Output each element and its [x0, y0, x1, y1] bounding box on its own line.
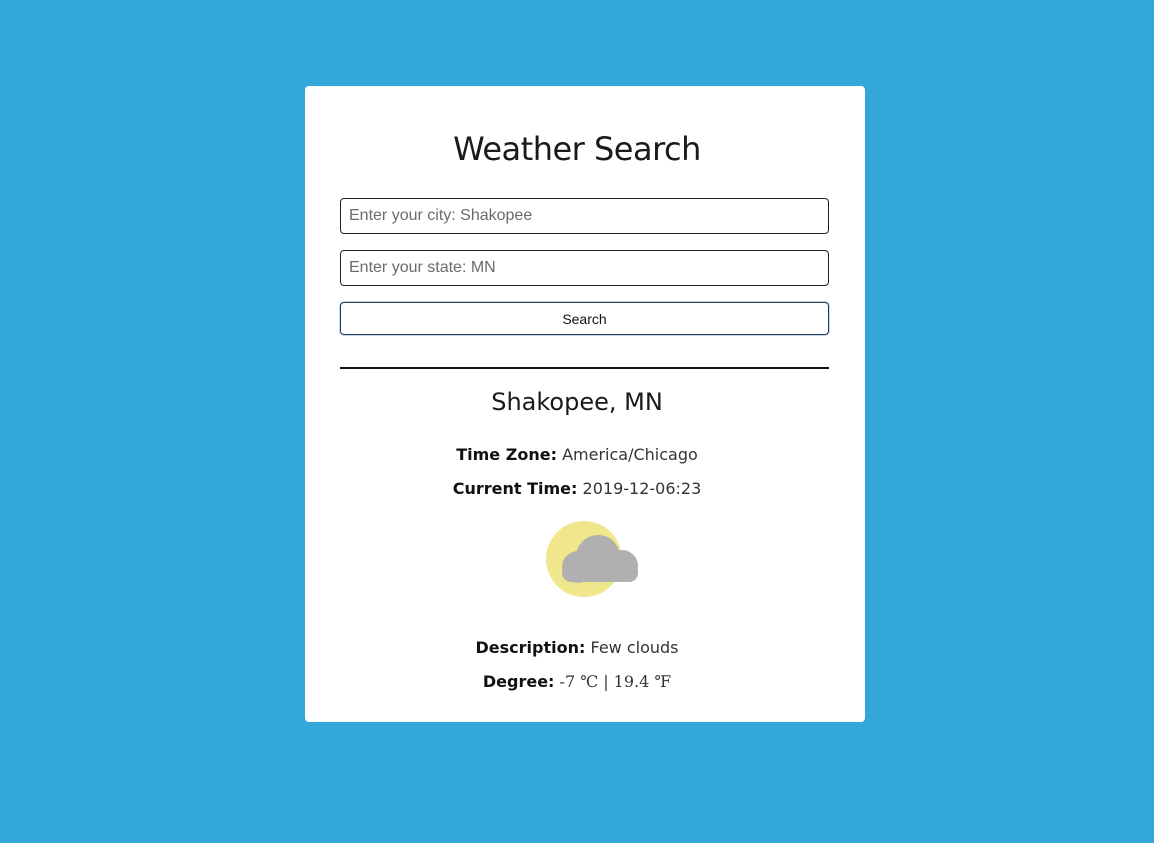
current-time-label: Current Time: — [452, 479, 578, 498]
timezone-line: Time Zone: America/Chicago — [0, 445, 1154, 464]
timezone-value: America/Chicago — [562, 445, 698, 464]
few-clouds-icon — [546, 521, 638, 597]
current-time-value: 2019-12-06:23 — [582, 479, 702, 498]
description-line: Description: Few clouds — [0, 638, 1154, 657]
timezone-label: Time Zone: — [456, 445, 557, 464]
divider — [340, 367, 829, 369]
description-value: Few clouds — [590, 638, 679, 657]
description-label: Description: — [475, 638, 586, 657]
degree-label: Degree: — [482, 672, 555, 691]
current-time-line: Current Time: 2019-12-06:23 — [0, 479, 1154, 498]
state-input[interactable] — [340, 250, 829, 286]
search-button[interactable]: Search — [340, 302, 829, 335]
degree-line: Degree: -7 ℃ | 19.4 ℉ — [0, 672, 1154, 691]
location-title: Shakopee, MN — [491, 388, 663, 416]
degree-value: -7 ℃ | 19.4 ℉ — [559, 672, 672, 691]
page-title: Weather Search — [453, 130, 701, 168]
city-input[interactable] — [340, 198, 829, 234]
